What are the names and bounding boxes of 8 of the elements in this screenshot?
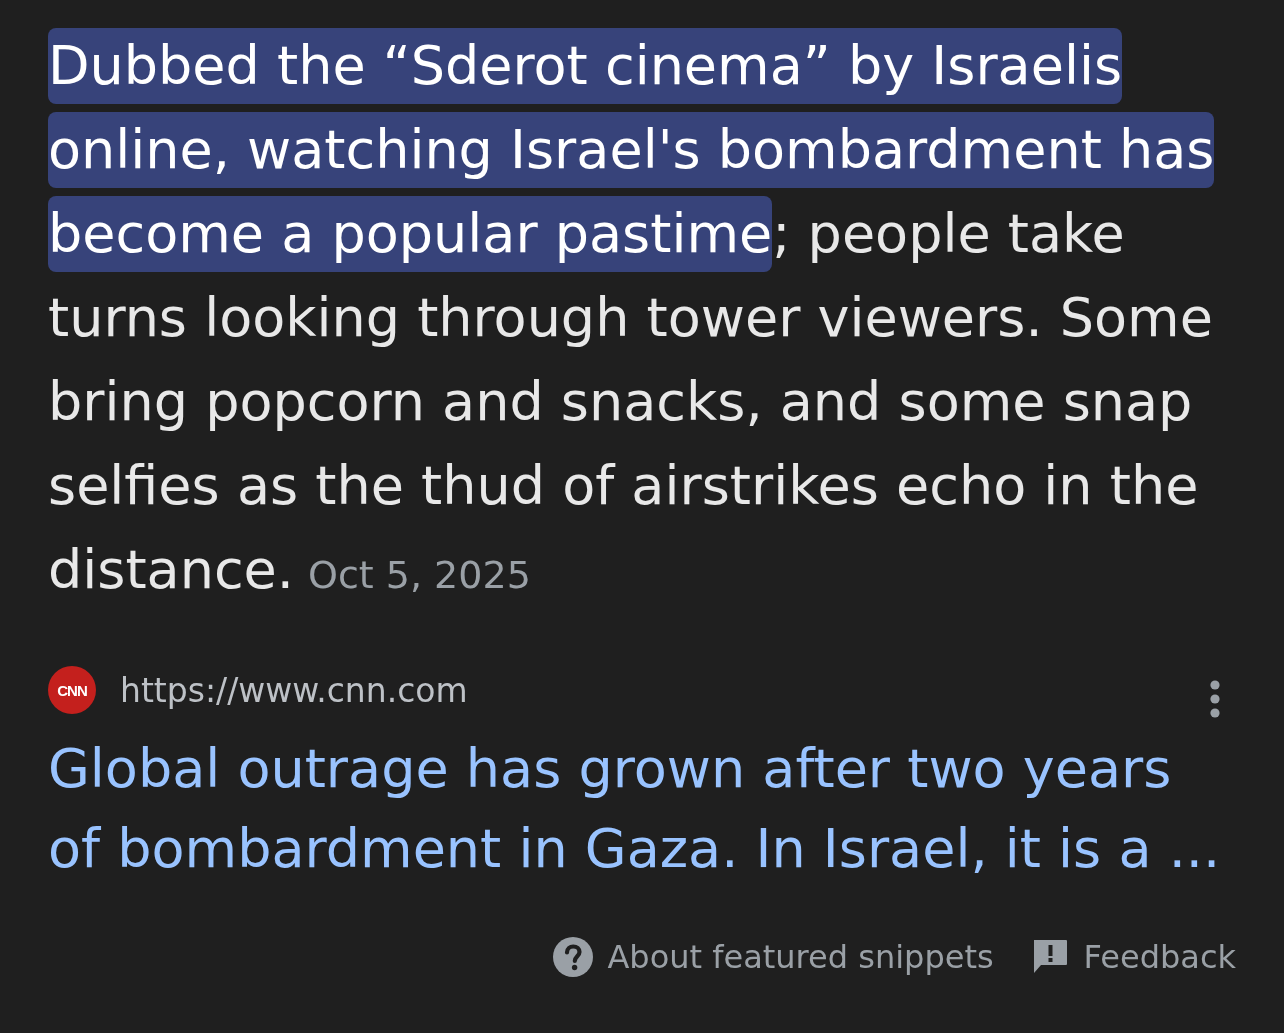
about-snippets-button[interactable]: About featured snippets: [553, 937, 994, 977]
more-options-icon[interactable]: [1210, 680, 1220, 718]
snippet-date: Oct 5, 2025: [308, 553, 531, 597]
site-logo: CNN: [48, 666, 96, 714]
help-icon: [553, 937, 594, 977]
source-url[interactable]: https://www.cnn.com: [120, 670, 1210, 710]
result-title-link[interactable]: Global outrage has grown after two years of bombardment in Gaza. In Israel, it is a ...: [48, 729, 1228, 889]
feedback-button[interactable]: Feedback: [1029, 937, 1236, 977]
